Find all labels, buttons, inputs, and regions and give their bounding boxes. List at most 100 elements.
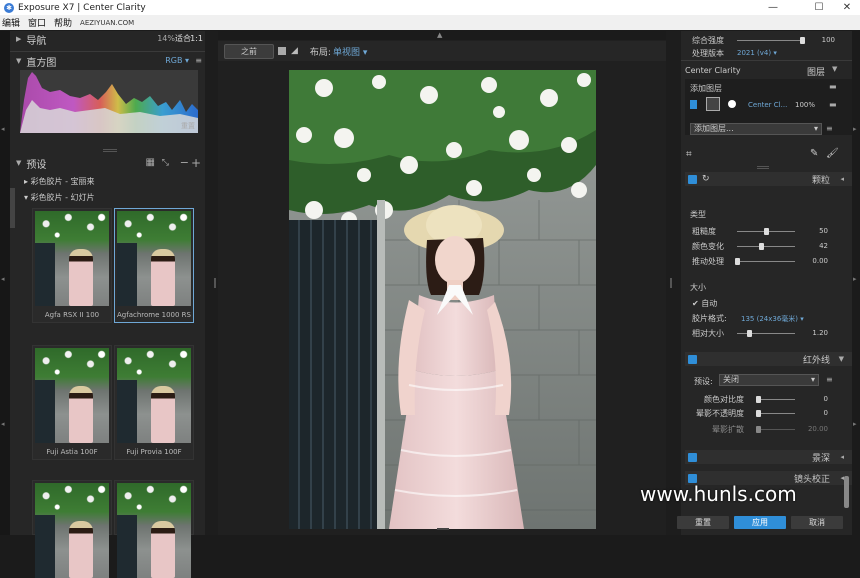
infrared-chevron-icon[interactable]: ▼ [839,355,844,363]
overall-strength-slider[interactable] [737,40,802,41]
right-splitter[interactable] [666,31,681,535]
apply-button[interactable]: 应用 [734,516,786,529]
histogram-header[interactable]: ▼ 直方图 RGB ▾ ≡ [10,53,205,69]
splitter-grip[interactable] [670,278,672,288]
close-button[interactable]: ✕ [832,0,860,15]
halation-spread-knob[interactable] [756,426,761,433]
expand-arrows-icon[interactable]: ⤡ [162,155,169,171]
collapse-right-arrow2-icon[interactable]: ▸ [853,275,857,283]
menu-edit[interactable]: 编辑 [2,16,20,29]
layer-visibility-icon[interactable] [690,100,697,109]
color-variation-knob[interactable] [759,243,765,250]
depth-of-field-header[interactable]: 景深 ◂ [685,450,852,464]
navigator-header[interactable]: ▶ 导航 14% 适合 1:1 [10,31,205,47]
preset-group-polaroid[interactable]: ▸ 彩色胶片 - 宝丽来 [24,176,95,187]
color-variation-slider[interactable] [737,246,795,247]
fit-button[interactable]: 适合 [175,31,191,47]
grain-chevron-icon[interactable]: ◂ [840,175,844,183]
brush-tool-icon[interactable]: ✎ [810,148,818,159]
panel-grip[interactable] [103,149,117,152]
color-contrast-knob[interactable] [756,396,761,403]
preset-thumb[interactable] [32,480,112,578]
infrared-header[interactable]: 红外线 ▼ [685,352,852,366]
film-format-select[interactable]: 135 (24x36毫米) ▾ [741,314,804,324]
menu-lines-icon[interactable]: ≡ [195,53,202,69]
splitter-grip[interactable] [214,278,216,288]
mirror-view-icon[interactable]: ◢ [291,46,298,56]
layer-name[interactable]: Center Cl... [748,101,787,109]
halation-spread-slider[interactable] [758,429,795,430]
layer-mask-icon[interactable] [728,100,736,108]
overall-strength-value[interactable]: 100 [805,36,835,44]
layer-options-icon[interactable]: ▬ [829,82,837,91]
infrared-toggle-icon[interactable] [688,354,697,364]
right-scrollbar[interactable] [844,476,849,508]
color-contrast-slider[interactable] [758,399,795,400]
roughness-knob[interactable] [764,228,769,235]
infrared-preset-select[interactable]: 关闭 ▾ [719,374,819,386]
bottom-grip[interactable] [437,528,449,530]
layer-opacity[interactable]: 100% [795,101,815,109]
color-variation-value[interactable]: 42 [798,242,828,250]
layer-add-options-icon[interactable]: ≡ [826,124,833,133]
layer-row-options-icon[interactable]: ▬ [829,100,837,109]
process-version-select[interactable]: 2021 (v4) ▾ [737,49,777,57]
left-splitter[interactable] [205,31,218,535]
collapse-right-arrow-icon[interactable]: ▸ [853,125,857,133]
add-layer-dropdown[interactable]: 添加图层... ▾ [690,123,822,135]
histogram-mode-select[interactable]: RGB ▾ [165,53,189,69]
menu-help[interactable]: 帮助 [54,16,72,29]
layers-menu-chevron-icon[interactable]: ▼ [832,65,837,73]
presets-scrollbar[interactable] [10,188,15,228]
main-photo[interactable] [289,70,596,529]
push-process-value[interactable]: 0.00 [798,257,828,265]
relative-size-knob[interactable] [746,330,752,337]
crop-tool-icon[interactable]: ⌗ [686,149,692,160]
push-process-slider[interactable] [737,261,795,262]
auto-checkbox[interactable]: ✔ 自动 [692,298,717,309]
preset-thumb[interactable]: Agfa RSX II 100 [32,208,112,323]
panel-grip[interactable] [757,166,769,169]
remove-preset-icon[interactable]: − [180,155,189,171]
before-button[interactable]: 之前 [224,43,274,59]
histogram-reset[interactable]: 重置 [181,121,195,131]
relative-size-value[interactable]: 1.20 [798,329,828,337]
minimize-button[interactable]: — [758,0,788,15]
push-process-knob[interactable] [735,258,740,265]
cancel-button[interactable]: 取消 [791,516,843,529]
maximize-button[interactable]: ☐ [804,0,834,15]
one-to-one-button[interactable]: 1:1 [190,31,203,47]
split-view-icon[interactable] [278,47,286,55]
grid-view-icon[interactable]: ▦ [146,155,155,171]
halation-opacity-knob[interactable] [756,410,761,417]
collapse-left-arrow3-icon[interactable]: ◂ [1,420,5,428]
layer-thumbnail[interactable] [706,97,720,111]
halation-spread-value[interactable]: 20.00 [798,425,828,433]
reset-button[interactable]: 重置 [677,516,729,529]
grain-toggle-icon[interactable] [688,174,697,184]
menu-window[interactable]: 窗口 [28,16,46,29]
grain-reset-icon[interactable]: ↻ [702,174,710,184]
depth-of-field-chevron-icon[interactable]: ◂ [840,453,844,461]
collapse-left-arrow2-icon[interactable]: ◂ [1,275,5,283]
preset-thumb-selected[interactable]: Agfachrome 1000 RS [114,208,194,323]
halation-opacity-slider[interactable] [758,413,795,414]
presets-header[interactable]: ▼ 预设 ▦ ⤡ − + [10,155,205,171]
halation-opacity-value[interactable]: 0 [798,409,828,417]
depth-of-field-toggle-icon[interactable] [688,452,697,462]
preset-thumb[interactable]: Fuji Astia 100F [32,345,112,460]
collapse-right-arrow3-icon[interactable]: ▸ [853,420,857,428]
add-preset-icon[interactable]: + [191,155,201,171]
grain-header[interactable]: ↻ 颗粒 ◂ [685,172,852,186]
color-contrast-value[interactable]: 0 [798,395,828,403]
preset-thumb[interactable]: Fuji Provia 100F [114,345,194,460]
zoom-level[interactable]: 14% [157,31,175,47]
collapse-top-arrow-icon[interactable]: ▲ [437,31,442,39]
roughness-value[interactable]: 50 [798,227,828,235]
collapse-left-arrow-icon[interactable]: ◂ [1,125,5,133]
preset-thumb[interactable] [114,480,194,578]
infrared-options-icon[interactable]: ≡ [826,375,833,384]
preset-group-slide[interactable]: ▾ 彩色胶片 - 幻灯片 [24,192,95,203]
brush-alt-icon[interactable]: 🖌 [826,148,839,159]
relative-size-slider[interactable] [737,333,795,334]
